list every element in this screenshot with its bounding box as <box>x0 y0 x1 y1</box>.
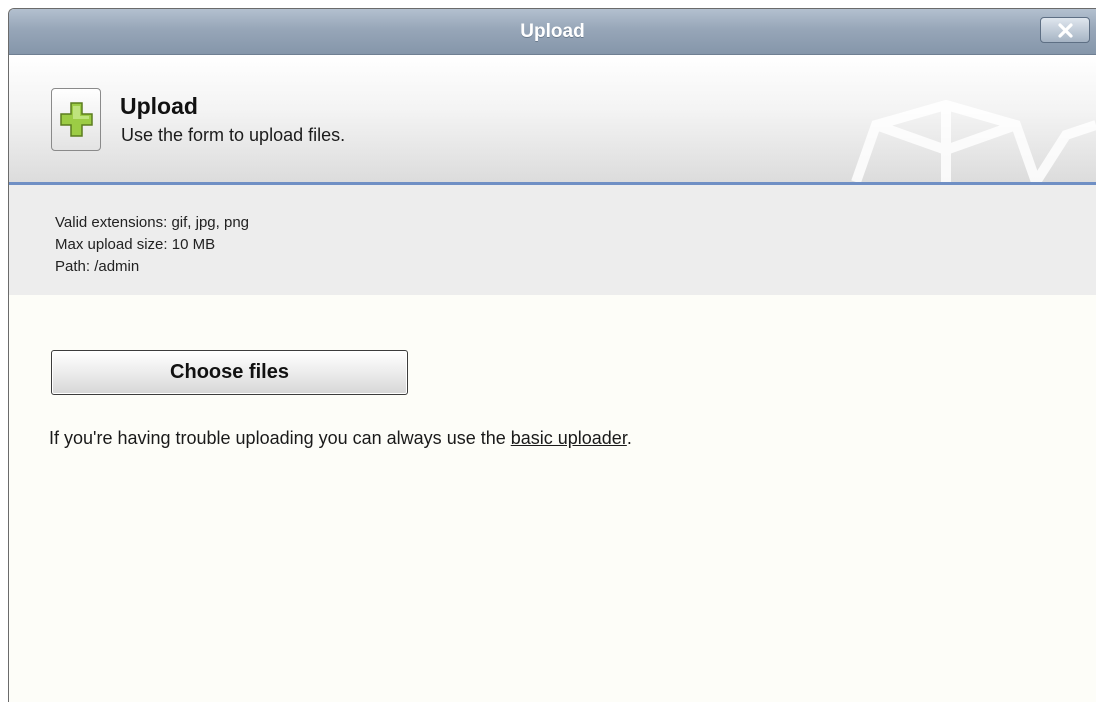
add-plus-icon <box>60 102 93 137</box>
max-upload-size-text: Max upload size: 10 MB <box>55 236 216 253</box>
dialog-header: Upload Use the form to upload files. <box>9 55 1096 185</box>
help-text-before: If you're having trouble uploading you c… <box>49 428 511 448</box>
header-subtitle: Use the form to upload files. <box>121 125 346 145</box>
upload-path-text: Path: /admin <box>55 258 140 275</box>
help-text-after: . <box>626 428 632 448</box>
choose-files-button[interactable]: Choose files <box>51 350 408 395</box>
decorative-cube-watermark <box>851 99 1096 182</box>
add-icon-tile <box>51 88 101 151</box>
window-title: Upload <box>520 21 585 42</box>
close-button[interactable] <box>1040 17 1090 43</box>
upload-info-panel: Valid extensions: gif, jpg, png Max uplo… <box>9 185 1096 295</box>
header-title: Upload <box>120 93 198 119</box>
basic-uploader-link[interactable]: basic uploader <box>511 428 627 448</box>
help-text: If you're having trouble uploading you c… <box>49 428 632 449</box>
valid-extensions-text: Valid extensions: gif, jpg, png <box>55 214 250 231</box>
upload-dialog: Upload Upload Use the form to upload fil… <box>8 8 1096 702</box>
close-icon <box>1058 23 1073 38</box>
title-bar[interactable]: Upload <box>9 9 1096 55</box>
